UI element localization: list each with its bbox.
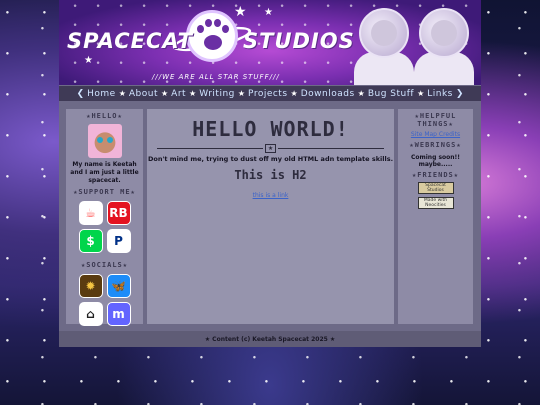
page-title: HELLO WORLD! bbox=[192, 117, 349, 141]
star-icon: ★ bbox=[237, 89, 246, 98]
brand-left: SPACECAT bbox=[67, 29, 193, 53]
support-icons: ☕ RB $ P bbox=[66, 201, 143, 253]
paypal-icon[interactable]: P bbox=[106, 229, 131, 253]
star-icon: ★ bbox=[84, 55, 93, 66]
main-nav: ❮ Home ★ About ★ Art ★ Writing ★ Project… bbox=[59, 86, 481, 101]
socials-heading: ★SOCIALS★ bbox=[81, 261, 128, 269]
left-sidebar: ★HELLO★ My name is Keetah and I am just … bbox=[66, 109, 143, 326]
mastodon-icon[interactable]: m bbox=[106, 302, 131, 326]
astronaut-cat-icon bbox=[414, 0, 474, 85]
toyhouse-icon[interactable]: ⌂ bbox=[78, 302, 103, 326]
star-icon: ★ bbox=[417, 89, 425, 98]
star-icon: ★ bbox=[160, 89, 169, 98]
helpful-heading: ★HELPFUL THINGS★ bbox=[414, 112, 457, 128]
avatar bbox=[87, 124, 122, 158]
social-icons: ✹ 🦋 ⌂ m bbox=[66, 274, 143, 326]
ornament-divider: ★ bbox=[157, 144, 385, 153]
webrings-text: Coming soon!! maybe..... bbox=[410, 154, 461, 168]
support-heading: ★SUPPORT ME★ bbox=[73, 188, 136, 196]
hello-heading: ★HELLO★ bbox=[86, 112, 123, 120]
star-icon: ★ bbox=[264, 144, 277, 153]
nav-item-art[interactable]: Art bbox=[171, 89, 186, 99]
nav-item-about[interactable]: About bbox=[129, 89, 158, 99]
star-icon: ★ bbox=[290, 89, 298, 98]
nav-item-bug-stuff[interactable]: Bug Stuff bbox=[368, 89, 414, 99]
nav-next-icon[interactable]: ❯ bbox=[456, 89, 464, 99]
nav-item-writing[interactable]: Writing bbox=[199, 89, 235, 99]
nav-item-projects[interactable]: Projects bbox=[248, 89, 287, 99]
sitemap-link[interactable]: Site Map Credits bbox=[398, 131, 473, 138]
friend-button-spacecat[interactable]: Spacecat Studios bbox=[417, 182, 454, 194]
star-icon: ★ bbox=[118, 89, 126, 98]
friends-heading: ★FRIENDS★ bbox=[412, 171, 459, 179]
astronaut-cat-icon bbox=[354, 0, 414, 85]
right-sidebar: ★HELPFUL THINGS★ Site Map Credits ★WEBRI… bbox=[398, 109, 473, 324]
redbubble-icon[interactable]: RB bbox=[106, 201, 131, 225]
sample-link[interactable]: this is a link bbox=[253, 192, 289, 199]
sunburst-icon[interactable]: ✹ bbox=[78, 274, 103, 298]
cashapp-icon[interactable]: $ bbox=[78, 229, 103, 253]
site-banner: ★ ★ ★ SPACECAT STUDIOS ///WE ARE ALL STA… bbox=[59, 0, 481, 85]
paw-logo-icon bbox=[186, 10, 238, 62]
section-heading: This is H2 bbox=[234, 168, 307, 182]
intro-paragraph: Don't mind me, trying to dust off my old… bbox=[147, 155, 394, 163]
nav-item-home[interactable]: Home bbox=[87, 89, 116, 99]
webrings-heading: ★WEBRINGS★ bbox=[409, 141, 462, 149]
star-icon: ★ bbox=[234, 4, 247, 20]
nav-item-downloads[interactable]: Downloads bbox=[301, 89, 355, 99]
bio-text: My name is Keetah and I am just a little… bbox=[70, 161, 139, 184]
tagline: ///WE ARE ALL STAR STUFF/// bbox=[152, 73, 280, 81]
friend-button-neocities[interactable]: Made with Neocities bbox=[417, 197, 454, 209]
nav-prev-icon[interactable]: ❮ bbox=[77, 89, 85, 99]
star-icon: ★ bbox=[357, 89, 365, 98]
main-content: HELLO WORLD! ★ Don't mind me, trying to … bbox=[147, 109, 394, 324]
nav-item-links[interactable]: Links bbox=[427, 89, 453, 99]
bluesky-icon[interactable]: 🦋 bbox=[106, 274, 131, 298]
star-icon: ★ bbox=[264, 7, 273, 18]
footer: ★ Content (c) Keetah Spacecat 2025 ★ bbox=[59, 331, 481, 347]
star-icon: ★ bbox=[189, 89, 197, 98]
brand-right: STUDIOS bbox=[243, 29, 355, 53]
page-frame: ★ ★ ★ SPACECAT STUDIOS ///WE ARE ALL STA… bbox=[59, 0, 481, 347]
kofi-icon[interactable]: ☕ bbox=[78, 201, 103, 225]
